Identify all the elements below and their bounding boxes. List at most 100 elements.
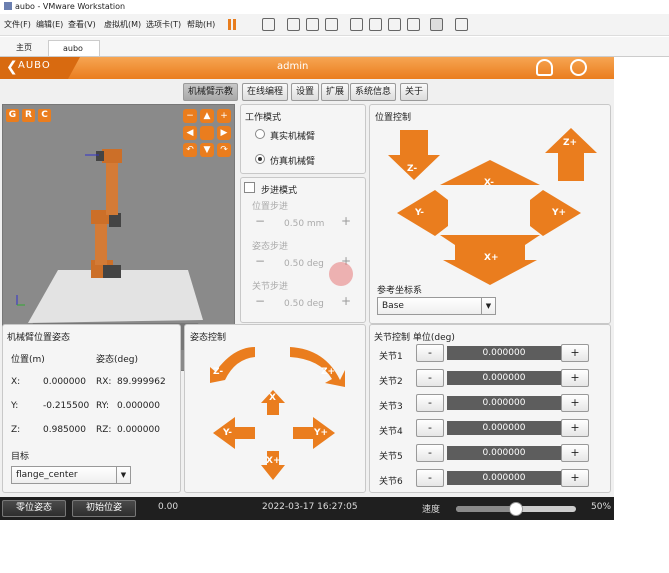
tab-settings[interactable]: 设置 [291, 83, 320, 101]
fullscreen-icon[interactable] [369, 18, 382, 31]
att-header: 姿态(deg) [96, 355, 138, 365]
init-pose-button[interactable]: 初始位姿 [72, 500, 136, 517]
y-minus-label[interactable]: Y- [415, 208, 424, 218]
z-plus-label[interactable]: Z+ [563, 138, 577, 148]
step-mode-panel: 步进模式 位置步进 − 0.50 mm + 姿态步进 − 0.50 deg + … [240, 177, 366, 323]
joint-6-value: 0.000000 [447, 471, 561, 485]
fit-guest-icon[interactable] [350, 18, 363, 31]
tab-aubo-label: aubo [63, 44, 83, 53]
ry-minus-arrow [213, 417, 255, 449]
menubar: 文件(F) 编辑(E) 查看(V) 虚拟机(M) 选项卡(T) 帮助(H) [0, 14, 669, 36]
att-step-minus[interactable]: − [255, 254, 265, 268]
speed-slider[interactable] [456, 502, 576, 516]
rx-label[interactable]: X [269, 393, 276, 403]
pause-icon-bar [233, 19, 236, 30]
pose-rx-label: RX: [96, 377, 112, 387]
x-plus-label[interactable]: X+ [484, 253, 498, 263]
pause-icon[interactable] [228, 19, 231, 30]
console-icon[interactable] [430, 18, 443, 31]
rz-plus-label[interactable]: Z+ [321, 367, 335, 377]
tab-aubo[interactable]: aubo ✕ [48, 40, 100, 69]
pose-panel: 机械臂位置姿态 位置(m) 姿态(deg) X: 0.000000 RX: 89… [2, 324, 181, 493]
menu-file[interactable]: 文件(F) [4, 19, 31, 30]
y-plus-label[interactable]: Y+ [552, 208, 566, 218]
joint-step-minus[interactable]: − [255, 294, 265, 308]
attitude-arrows [205, 347, 345, 480]
joint-6-minus-button[interactable]: - [416, 469, 444, 487]
power-icon[interactable] [570, 59, 587, 76]
joint-3-plus-button[interactable]: + [561, 394, 589, 412]
pos-step-minus[interactable]: − [255, 214, 265, 228]
joint-1-value: 0.000000 [447, 346, 561, 360]
tab-about[interactable]: 关于 [400, 83, 429, 101]
joint-5-minus-button[interactable]: - [416, 444, 444, 462]
ref-frame-label: 参考坐标系 [377, 286, 423, 296]
rx-plus-label[interactable]: X+ [266, 456, 280, 466]
ref-frame-value: Base [382, 301, 404, 311]
tab-extension[interactable]: 扩展 [321, 83, 350, 101]
target-value: flange_center [16, 470, 78, 480]
pose-title: 机械臂位置姿态 [7, 333, 71, 343]
att-step-value: 0.50 deg [284, 259, 324, 269]
joint-2-minus-button[interactable]: - [416, 369, 444, 387]
pose-rz-label: RZ: [96, 425, 112, 435]
target-select[interactable]: flange_center ▼ [11, 466, 131, 484]
revert-snapshot-icon[interactable] [306, 18, 319, 31]
joint-6-plus-button[interactable]: + [561, 469, 589, 487]
pose-y-label: Y: [11, 401, 19, 411]
rz-minus-label[interactable]: Z- [213, 367, 223, 377]
joint-3-value: 0.000000 [447, 396, 561, 410]
cursor-highlight [329, 262, 353, 286]
send-keys-icon[interactable] [262, 18, 275, 31]
radio-sim-arm[interactable] [255, 154, 265, 164]
snapshot-icon[interactable] [287, 18, 300, 31]
ref-frame-select[interactable]: Base ▼ [377, 297, 496, 315]
menu-help[interactable]: 帮助(H) [187, 19, 215, 30]
attitude-control-panel: 姿态控制 Z- Z+ X Y- Y+ X+ [184, 324, 366, 493]
real-arm-label: 真实机械臂 [270, 132, 316, 142]
view-options-icon[interactable] [455, 18, 468, 31]
joint-4-minus-button[interactable]: - [416, 419, 444, 437]
joint-4-label: 关节4 [379, 427, 403, 437]
joint-2-plus-button[interactable]: + [561, 369, 589, 387]
ry-minus-label[interactable]: Y- [223, 428, 232, 438]
speed-slider-knob[interactable] [509, 502, 523, 516]
pose-x-label: X: [11, 377, 21, 387]
tab-online-program[interactable]: 在线编程 [242, 83, 289, 101]
joint-3-minus-button[interactable]: - [416, 394, 444, 412]
chevron-down-icon: ▼ [481, 298, 495, 314]
joint-control-title: 关节控制 单位(deg) [374, 333, 455, 343]
pose-y-value: -0.215500 [43, 401, 90, 411]
menu-tabs[interactable]: 选项卡(T) [146, 19, 181, 30]
robot-tool [96, 151, 104, 161]
z-minus-label[interactable]: Z- [407, 164, 417, 174]
x-minus-label[interactable]: X- [484, 178, 494, 188]
user-icon[interactable] [536, 59, 553, 76]
tab-system-info[interactable]: 系统信息 [350, 83, 397, 101]
joint-1-minus-button[interactable]: - [416, 344, 444, 362]
menu-edit[interactable]: 编辑(E) [36, 19, 63, 30]
radio-real-arm[interactable] [255, 129, 265, 139]
manage-snapshot-icon[interactable] [325, 18, 338, 31]
tab-teach[interactable]: 机械臂示教 [183, 83, 239, 101]
ry-plus-label[interactable]: Y+ [314, 428, 328, 438]
stretch-icon[interactable] [407, 18, 420, 31]
menu-vm[interactable]: 虚拟机(M) [104, 19, 141, 30]
pos-header: 位置(m) [11, 355, 45, 365]
menu-view[interactable]: 查看(V) [68, 19, 96, 30]
status-datetime: 2022-03-17 16:27:05 [262, 502, 358, 512]
unity-icon[interactable] [388, 18, 401, 31]
joint-step-plus[interactable]: + [341, 294, 351, 308]
step-mode-checkbox[interactable] [244, 182, 255, 193]
pose-ry-value: 0.000000 [117, 401, 160, 411]
chevron-down-icon: ▼ [116, 467, 130, 483]
joint-4-plus-button[interactable]: + [561, 419, 589, 437]
zero-pose-button[interactable]: 零位姿态 [2, 500, 66, 517]
tab-home[interactable]: 主页 ✕ [2, 40, 44, 68]
app-logo: AUBO [18, 60, 51, 71]
att-step-label: 姿态步进 [252, 242, 289, 252]
robot-wrist [102, 149, 122, 163]
joint-1-plus-button[interactable]: + [561, 344, 589, 362]
joint-5-plus-button[interactable]: + [561, 444, 589, 462]
pos-step-plus[interactable]: + [341, 214, 351, 228]
